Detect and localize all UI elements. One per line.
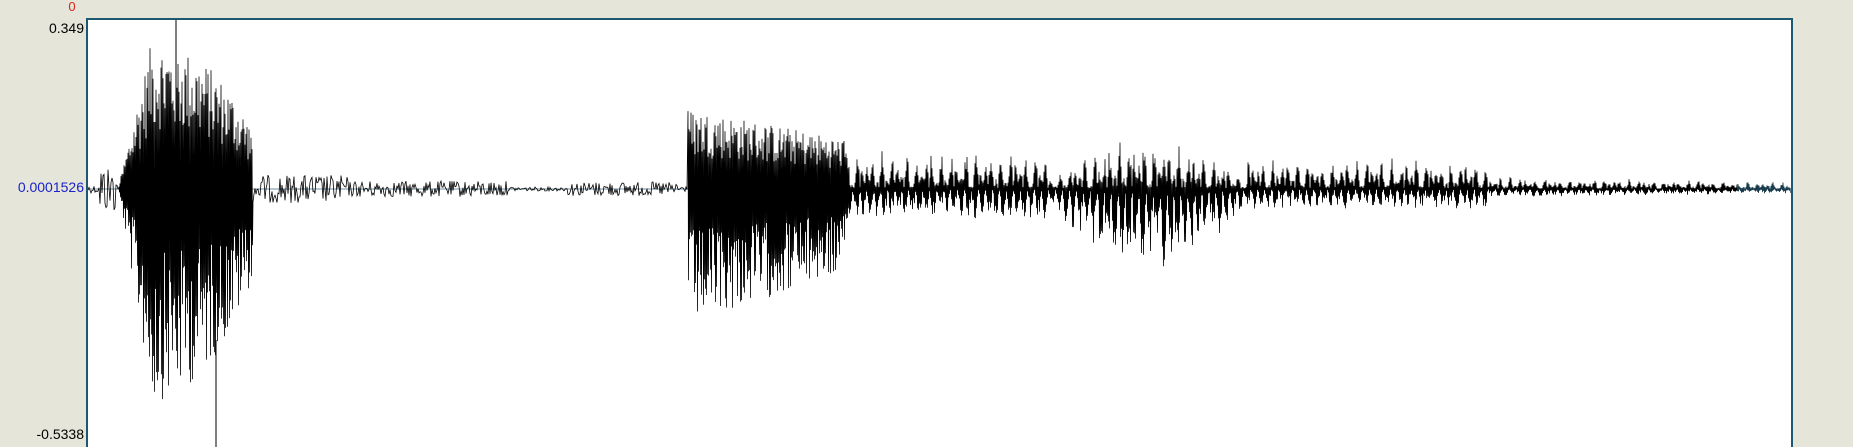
- waveform-trace: [88, 48, 1738, 400]
- waveform-svg: [88, 20, 1791, 447]
- amplitude-min-label: -0.5338: [36, 426, 84, 442]
- time-cursor-label: 0: [68, 0, 76, 14]
- amplitude-center-label: 0.0001526: [17, 179, 84, 195]
- waveform-tail-trace: [1737, 182, 1791, 194]
- amplitude-max-label: 0.349: [48, 20, 84, 36]
- waveform-plot[interactable]: [86, 18, 1793, 447]
- waveform-editor: 0 0.349 0.0001526 -0.5338: [0, 0, 1853, 447]
